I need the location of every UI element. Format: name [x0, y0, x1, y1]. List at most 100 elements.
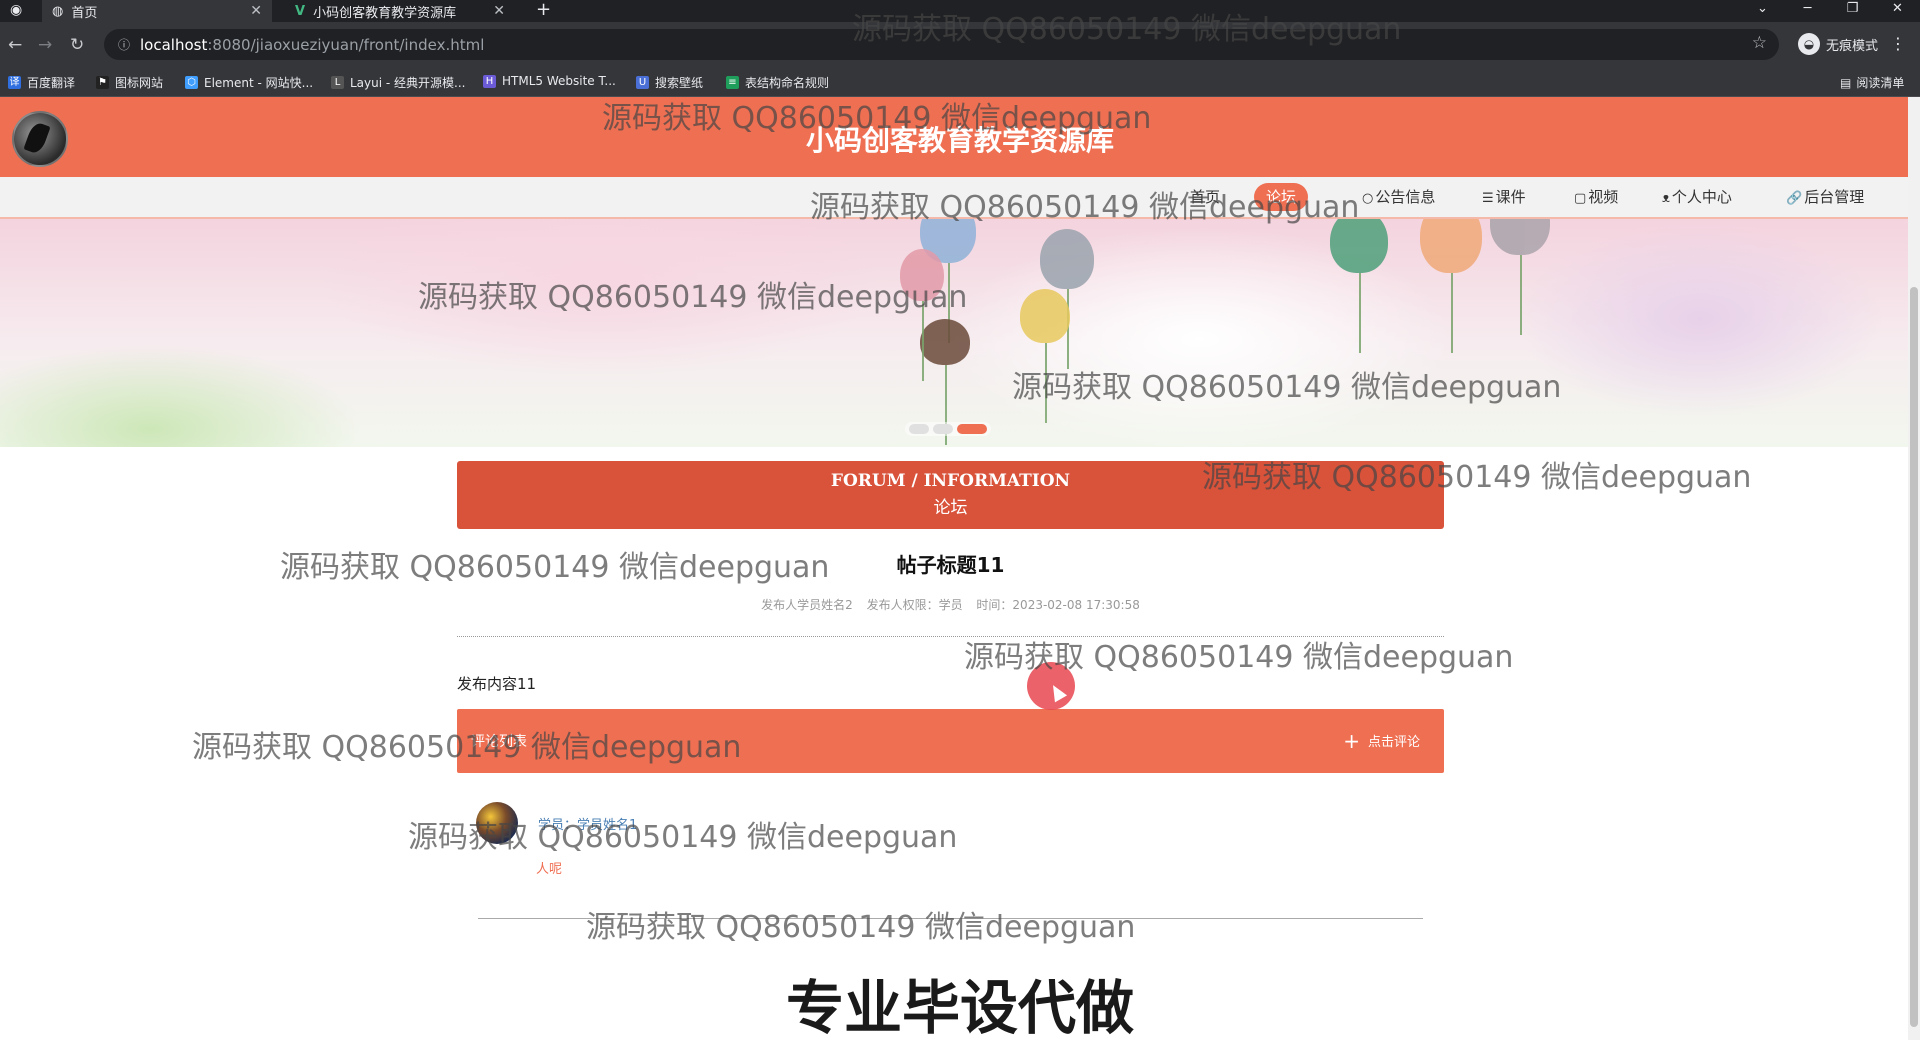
balloon-image	[1020, 289, 1070, 423]
bookmark-html5[interactable]: H HTML5 Website T...	[483, 74, 616, 88]
carousel-dot-active[interactable]	[957, 424, 987, 434]
comment-divider	[478, 918, 1423, 919]
site-title: 小码创客教育教学资源库	[805, 124, 1114, 157]
url-path: :8080/jiaoxueziyuan/front/index.html	[207, 35, 485, 54]
forward-arrow-icon[interactable]: →	[38, 35, 52, 55]
minimize-button[interactable]: ─	[1785, 0, 1830, 22]
site-nav: 首页 论坛 ○ 公告信息 ☰ 课件 ▢ 视频 ᴥ 个人中心 🔗 后台管理	[0, 177, 1908, 219]
incognito-icon: ◒	[1797, 33, 1820, 55]
balloon-image	[1490, 219, 1550, 335]
bookmark-naming-rules[interactable]: ≡ 表结构命名规则	[726, 74, 829, 91]
banner-carousel[interactable]	[0, 219, 1908, 447]
carousel-dot[interactable]	[933, 424, 953, 434]
comment-section-bar: 评论列表 + 点击评论	[457, 709, 1444, 773]
nav-label: 论坛	[1266, 188, 1297, 206]
browser-tab-home[interactable]: ◍ 首页 ✕	[42, 0, 272, 22]
restore-button[interactable]: ❐	[1830, 0, 1875, 22]
layui-icon: L	[331, 76, 344, 89]
video-icon: ▢	[1574, 191, 1587, 206]
page-scrollbar[interactable]	[1908, 97, 1920, 1040]
star-icon[interactable]: ☆	[1752, 33, 1767, 53]
bookmark-icon-site[interactable]: ⚑ 图标网站	[96, 74, 163, 91]
nav-label: 后台管理	[1804, 188, 1865, 206]
nav-label: 课件	[1495, 188, 1526, 206]
incognito-label: 无痕模式	[1825, 38, 1878, 54]
nav-admin[interactable]: 🔗 后台管理	[1774, 183, 1876, 211]
nav-video[interactable]: ▢ 视频	[1562, 183, 1630, 211]
carousel-dot[interactable]	[909, 424, 929, 434]
avatar	[476, 802, 518, 844]
reload-icon[interactable]: ↻	[70, 35, 84, 55]
close-icon[interactable]: ✕	[493, 3, 505, 19]
comment-list-label: 评论列表	[471, 734, 527, 750]
address-bar-row: ← → ↻ ⓘ localhost:8080/jiaoxueziyuan/fro…	[0, 22, 1920, 68]
reading-list-label: 阅读清单	[1856, 76, 1905, 90]
bookmark-label: 图标网站	[115, 76, 164, 90]
menu-dots-icon[interactable]: ⋮	[1890, 34, 1906, 53]
bookmark-label: 百度翻译	[27, 76, 76, 90]
forum-section-header: FORUM / INFORMATION 论坛	[457, 461, 1444, 529]
bookmark-label: Layui - 经典开源模...	[350, 76, 466, 90]
nav-announcements[interactable]: ○ 公告信息	[1350, 183, 1447, 211]
bookmark-element[interactable]: ⬡ Element - 网站快...	[185, 74, 313, 91]
bookmark-layui[interactable]: L Layui - 经典开源模...	[331, 74, 465, 91]
book-icon: ☰	[1482, 191, 1494, 206]
html5-icon: H	[483, 74, 496, 88]
balloon-image	[1420, 219, 1482, 353]
comment-user: 学员：学员姓名1	[538, 818, 638, 833]
web-page: 小码创客教育教学资源库 首页 论坛 ○ 公告信息 ☰ 课件 ▢ 视频 ᴥ 个人中心 🔗 后…	[0, 97, 1908, 1040]
user-icon: ᴥ	[1662, 191, 1670, 206]
bookmark-label: Element - 网站快...	[204, 76, 314, 90]
nav-home[interactable]: 首页	[1178, 183, 1232, 211]
bookmark-baidu-fanyi[interactable]: 译 百度翻译	[8, 74, 75, 91]
promo-overlay-text: 专业毕设代做	[785, 974, 1134, 1040]
bookmark-label: HTML5 Website T...	[502, 74, 616, 88]
post-role: 发布人权限：学员	[866, 598, 963, 612]
tab-search-button[interactable]: ⌄	[1740, 0, 1785, 22]
carousel-indicator	[905, 422, 991, 436]
bookmark-wallpaper[interactable]: U 搜索壁纸	[636, 74, 703, 91]
incognito-indicator[interactable]: ◒ 无痕模式	[1797, 33, 1878, 55]
back-arrow-icon[interactable]: ←	[8, 35, 22, 55]
close-icon[interactable]: ✕	[250, 3, 262, 19]
scrollbar-thumb[interactable]	[1910, 287, 1918, 1027]
bookmark-label: 搜索壁纸	[655, 76, 704, 90]
nav-label: 视频	[1588, 188, 1619, 206]
bookmark-label: 表结构命名规则	[745, 76, 830, 90]
tab-title: 首页	[71, 5, 98, 21]
tab-title: 小码创客教育教学资源库	[313, 5, 457, 21]
site-header: 小码创客教育教学资源库	[0, 97, 1908, 177]
chrome-logo-icon: ◉	[10, 2, 23, 18]
element-icon: ⬡	[185, 76, 198, 89]
flag-icon: ⚑	[96, 76, 109, 89]
new-tab-button[interactable]: +	[536, 0, 551, 20]
globe-icon: ◍	[52, 3, 64, 19]
mouse-cursor-icon	[1027, 662, 1075, 710]
post-divider	[457, 636, 1444, 637]
url-host: localhost	[140, 35, 208, 54]
plus-icon: +	[1343, 728, 1360, 753]
post-content: 发布内容11	[457, 675, 537, 693]
post-title: 帖子标题11	[896, 553, 1005, 577]
url-input[interactable]: ⓘ localhost:8080/jiaoxueziyuan/front/ind…	[104, 29, 1779, 60]
nav-label: 公告信息	[1375, 188, 1436, 206]
bookmarks-bar: 译 百度翻译 ⚑ 图标网站 ⬡ Element - 网站快... L Layui…	[0, 68, 1920, 97]
browser-tab-bar: ◉ ◍ 首页 ✕ V 小码创客教育教学资源库 ✕ + ⌄ ─ ❐ ✕	[0, 0, 1920, 22]
nav-profile[interactable]: ᴥ 个人中心	[1650, 183, 1744, 211]
translate-icon: 译	[8, 76, 21, 89]
add-comment-label: 点击评论	[1367, 735, 1420, 750]
window-controls: ⌄ ─ ❐ ✕	[1740, 0, 1920, 22]
nav-courseware[interactable]: ☰ 课件	[1470, 183, 1538, 211]
close-window-button[interactable]: ✕	[1875, 0, 1920, 22]
balloon-image	[1330, 219, 1388, 353]
browser-tab-resource[interactable]: V 小码创客教育教学资源库 ✕	[285, 0, 515, 22]
info-icon: ⓘ	[118, 38, 131, 52]
post-time: 时间：2023-02-08 17:30:58	[976, 598, 1140, 612]
balloon-image	[1040, 229, 1094, 369]
nav-forum[interactable]: 论坛	[1254, 183, 1309, 211]
link-icon: 🔗	[1786, 191, 1803, 206]
reading-list[interactable]: ▤ 阅读清单	[1840, 74, 1904, 91]
table-icon: ≡	[726, 76, 739, 89]
reading-list-icon: ▤	[1840, 75, 1852, 90]
add-comment-button[interactable]: + 点击评论	[1343, 728, 1420, 753]
